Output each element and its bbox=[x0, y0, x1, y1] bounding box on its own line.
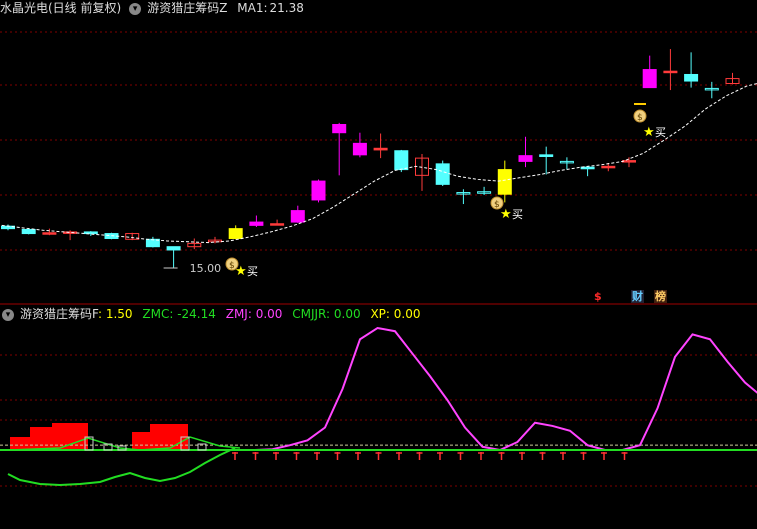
candle-body bbox=[166, 246, 181, 251]
candle-body bbox=[42, 232, 57, 235]
candle-body bbox=[373, 147, 388, 151]
cmjjr-value: CMJJR: 0.00 bbox=[292, 307, 361, 321]
chip-bar bbox=[30, 427, 52, 450]
main-indicator-name[interactable]: 游资猎庄筹码Z bbox=[147, 1, 227, 15]
buy-label: 买 bbox=[655, 126, 666, 139]
xp-value: XP: 0.00 bbox=[370, 307, 421, 321]
grid-lines bbox=[0, 31, 757, 487]
bang-button[interactable]: 榜 bbox=[654, 290, 667, 303]
chart-canvas: 15.00 $ ★ 买$★ 买$★ 买 bbox=[0, 31, 757, 487]
candle-body bbox=[21, 228, 36, 235]
candle-body bbox=[663, 70, 678, 74]
low-price-label: 15.00 bbox=[190, 262, 222, 275]
chevron-down-icon[interactable]: ▾ bbox=[129, 2, 142, 15]
buy-label: 买 bbox=[247, 265, 258, 278]
zmc-value: ZMC: -24.14 bbox=[142, 307, 216, 321]
star-icon: ★ bbox=[500, 207, 512, 222]
candle-body bbox=[83, 231, 98, 235]
sub-value-0: : 1.50 bbox=[97, 307, 133, 321]
ma1-line bbox=[1, 83, 757, 244]
chevron-down-icon[interactable]: ▾ bbox=[2, 308, 14, 321]
candle-body bbox=[497, 169, 512, 195]
candle-body bbox=[642, 69, 657, 89]
ma-value: 21.38 bbox=[269, 1, 304, 15]
zmc-line bbox=[7, 447, 236, 487]
candle-body bbox=[601, 165, 616, 169]
price-chart[interactable] bbox=[1, 49, 757, 268]
indicator-chart[interactable] bbox=[0, 326, 757, 487]
candle-body bbox=[311, 180, 326, 201]
star-icon: ★ bbox=[643, 125, 655, 140]
zmj-line bbox=[10, 326, 757, 452]
cai-button[interactable]: 财 bbox=[631, 290, 644, 303]
candle-body bbox=[622, 160, 636, 163]
candle-body bbox=[684, 73, 699, 82]
sub-indicator-name[interactable]: 游资猎庄筹码F bbox=[20, 307, 98, 321]
ma-label: MA1: bbox=[237, 1, 268, 15]
buy-label: 买 bbox=[512, 208, 523, 221]
chip-bar bbox=[52, 423, 88, 450]
money-symbol-label: $ bbox=[494, 200, 500, 210]
money-symbol-label: $ bbox=[229, 261, 235, 271]
chip-bar bbox=[132, 432, 152, 450]
candle-body bbox=[435, 163, 450, 185]
candle-body bbox=[270, 223, 285, 226]
candle-body bbox=[352, 142, 367, 156]
candle-body bbox=[394, 150, 409, 171]
stock-title[interactable]: 水晶光电(日线 前复权) bbox=[0, 1, 121, 15]
candle-body bbox=[63, 231, 78, 234]
candle-body bbox=[539, 154, 554, 157]
candle-body bbox=[249, 221, 264, 226]
candle-body bbox=[228, 228, 243, 239]
annotation-layer: 15.00 $ ★ 买$★ 买$★ 买 bbox=[163, 103, 666, 279]
star-icon: ★ bbox=[235, 264, 247, 279]
candle-body bbox=[332, 124, 347, 134]
zmj-value: ZMJ: 0.00 bbox=[225, 307, 283, 321]
main-header: 水晶光电(日线 前复权) ▾ 游资猎庄筹码Z MA1: 21.38 bbox=[0, 0, 310, 16]
dollar-icon[interactable]: $ bbox=[593, 290, 603, 303]
money-symbol-label: $ bbox=[637, 113, 643, 123]
candle-body bbox=[518, 155, 533, 162]
candle-body bbox=[290, 210, 305, 223]
sub-header: ▾ 游资猎庄筹码F: 1.50 ZMC: -24.14 ZMJ: 0.00 CMJ… bbox=[0, 306, 426, 322]
